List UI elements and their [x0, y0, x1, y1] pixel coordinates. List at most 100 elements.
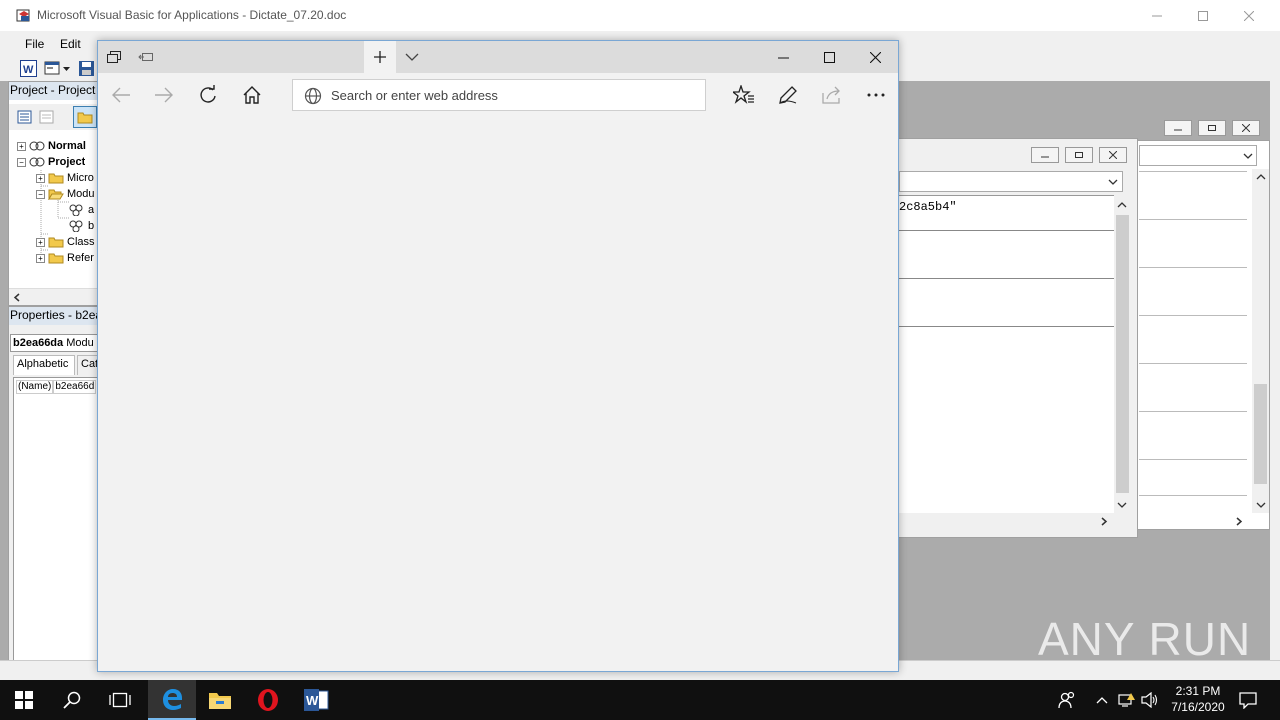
tab-list-button[interactable] — [396, 41, 428, 73]
home-button[interactable] — [232, 79, 272, 111]
taskbar-word[interactable]: W — [292, 680, 340, 720]
taskbar-file-explorer[interactable] — [196, 680, 244, 720]
tree-item-references[interactable]: + Refer — [36, 250, 94, 266]
back-button[interactable] — [101, 79, 141, 111]
object-name: b2ea66da — [13, 337, 64, 349]
refresh-button[interactable] — [188, 79, 228, 111]
expand-icon[interactable]: + — [36, 237, 45, 247]
procedure-combo[interactable] — [899, 171, 1123, 192]
view-object-icon[interactable] — [39, 109, 55, 125]
new-tab-button[interactable] — [364, 41, 396, 73]
chevron-up-icon[interactable] — [1117, 201, 1127, 209]
chevron-right-icon[interactable] — [1235, 517, 1243, 526]
chevron-right-icon[interactable] — [1100, 517, 1108, 526]
code-close-button[interactable] — [1099, 147, 1127, 163]
tree-item-normal[interactable]: + Normal — [17, 138, 86, 154]
toggle-folders-button[interactable] — [73, 106, 97, 128]
taskbar-clock[interactable]: 2:31 PM 7/16/2020 — [1160, 683, 1236, 717]
tree-item-modules[interactable]: − Modu — [36, 186, 95, 202]
set-tabs-aside-button[interactable] — [130, 41, 162, 73]
collapse-icon[interactable]: − — [17, 157, 26, 167]
insert-userform-icon[interactable] — [44, 60, 61, 77]
settings-more-button[interactable] — [856, 79, 896, 111]
word-view-icon[interactable]: W — [20, 60, 37, 77]
tabs-aside-icon — [138, 53, 153, 61]
chevron-up-icon[interactable] — [1256, 173, 1266, 181]
scroll-thumb[interactable] — [1116, 215, 1129, 493]
procedure-separator — [899, 326, 1114, 327]
chevron-down-icon[interactable] — [1256, 501, 1266, 509]
separator — [1139, 495, 1247, 496]
edge-page-content[interactable] — [98, 117, 898, 671]
property-row-name[interactable]: (Name) b2ea66d — [16, 380, 102, 394]
network-button[interactable] — [1116, 680, 1138, 720]
properties-title: Properties - b2ea — [9, 307, 99, 325]
active-tab[interactable] — [164, 41, 364, 73]
windows-logo-icon — [15, 691, 33, 709]
edge-maximize-button[interactable] — [806, 41, 852, 73]
edge-minimize-button[interactable] — [760, 41, 806, 73]
favorites-star-icon — [733, 85, 754, 104]
code-restore-button[interactable] — [1065, 147, 1093, 163]
separator — [1139, 411, 1247, 412]
action-center-button[interactable] — [1236, 680, 1260, 720]
child-close-button[interactable] — [1232, 120, 1260, 136]
tree-item-microsoft-word-objects[interactable]: + Micro — [36, 170, 94, 186]
child-minimize-button[interactable] — [1164, 120, 1192, 136]
tab-preview-button[interactable] — [98, 41, 130, 73]
code-minimize-button[interactable] — [1031, 147, 1059, 163]
home-icon — [243, 86, 261, 104]
expand-icon[interactable]: + — [36, 253, 45, 263]
svg-text:W: W — [23, 64, 34, 76]
scroll-thumb[interactable] — [1254, 384, 1267, 484]
properties-object-selector[interactable]: b2ea66da Modu — [10, 334, 102, 352]
vba-right-scrollbar[interactable] — [1270, 57, 1280, 660]
procedure-combo-back[interactable] — [1139, 145, 1257, 166]
web-note-button[interactable] — [768, 79, 808, 111]
volume-button[interactable] — [1140, 680, 1160, 720]
save-icon[interactable] — [78, 60, 95, 77]
menu-edit[interactable]: Edit — [60, 37, 81, 51]
expand-icon[interactable]: + — [17, 141, 26, 151]
code-vscrollbar[interactable] — [1114, 195, 1131, 513]
child-restore-button[interactable] — [1198, 120, 1226, 136]
task-view-icon — [109, 692, 131, 708]
vba-maximize-button[interactable] — [1180, 0, 1226, 31]
chevron-left-icon[interactable] — [13, 293, 21, 302]
code-back-vscrollbar[interactable] — [1252, 169, 1269, 513]
share-button[interactable] — [811, 79, 851, 111]
collapse-icon[interactable]: − — [36, 189, 45, 199]
tree-item-module-b[interactable]: b — [69, 218, 94, 234]
project-explorer: Project - Project + Normal − Project + M… — [8, 81, 100, 306]
taskbar-opera[interactable] — [244, 680, 292, 720]
clock-time: 2:31 PM — [1175, 684, 1221, 698]
tree-item-project[interactable]: − Project — [17, 154, 85, 170]
vba-close-button[interactable] — [1226, 0, 1272, 31]
address-bar[interactable] — [292, 79, 706, 111]
restore-icon — [1075, 152, 1083, 158]
project-tree-hscrollbar[interactable] — [9, 288, 99, 305]
chevron-down-icon[interactable] — [1117, 501, 1127, 509]
code-hscrollbar[interactable] — [899, 513, 1114, 530]
menu-file[interactable]: File — [25, 37, 44, 51]
tree-item-module-a[interactable]: a — [69, 202, 94, 218]
taskbar-edge[interactable] — [148, 680, 196, 720]
favorites-button[interactable] — [724, 79, 764, 111]
expand-icon[interactable]: + — [36, 173, 45, 183]
view-code-icon[interactable] — [17, 109, 33, 125]
code-editor[interactable]: 2c8a5b4" — [899, 195, 1114, 513]
vba-minimize-button[interactable] — [1134, 0, 1180, 31]
property-value: b2ea66d — [53, 380, 97, 394]
people-button[interactable] — [1054, 680, 1080, 720]
task-view-button[interactable] — [96, 680, 144, 720]
show-hidden-icons-button[interactable] — [1092, 680, 1112, 720]
dropdown-arrow-icon[interactable] — [62, 60, 71, 77]
address-input[interactable] — [331, 81, 701, 109]
tab-alphabetic[interactable]: Alphabetic — [13, 355, 75, 375]
forward-button[interactable] — [144, 79, 184, 111]
start-button[interactable] — [0, 680, 48, 720]
edge-close-button[interactable] — [852, 41, 898, 73]
tab-preview-icon — [107, 51, 121, 63]
tree-item-class-modules[interactable]: + Class — [36, 234, 95, 250]
search-button[interactable] — [48, 680, 96, 720]
